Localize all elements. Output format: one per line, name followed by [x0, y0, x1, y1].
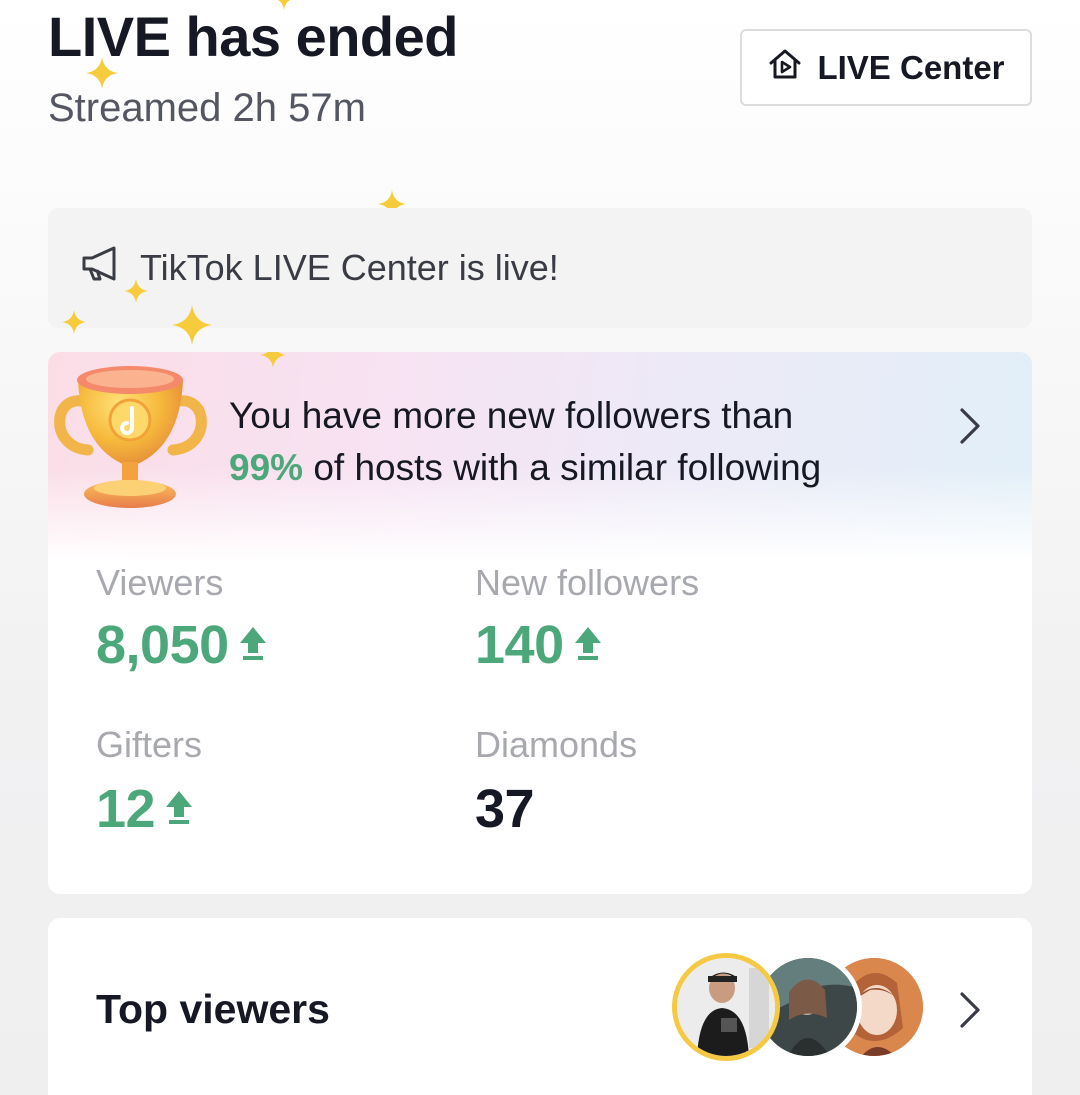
gifters-value: 12	[96, 778, 195, 840]
live-center-button-label: LIVE Center	[817, 48, 1005, 86]
stats-card: You have more new followers than 99% of …	[48, 352, 1032, 894]
trend-up-icon	[237, 614, 269, 676]
avatar	[672, 953, 780, 1061]
followers-comparison-banner[interactable]: You have more new followers than 99% of …	[48, 352, 1032, 562]
trend-up-icon	[572, 614, 604, 676]
percentile-highlight: 99%	[229, 447, 304, 488]
sparkle-icon	[260, 352, 286, 368]
announcement-text: TikTok LIVE Center is live!	[140, 247, 559, 288]
diamonds-label: Diamonds	[475, 724, 638, 765]
top-viewers-row[interactable]: Top viewers	[48, 918, 1032, 1095]
trophy-icon	[48, 352, 213, 522]
gifters-label: Gifters	[96, 724, 203, 765]
diamonds-value: 37	[475, 779, 535, 839]
chevron-right-icon	[958, 406, 982, 446]
followers-comparison-text: You have more new followers than 99% of …	[229, 395, 822, 488]
chevron-right-icon	[958, 990, 982, 1030]
new-followers-label: New followers	[475, 562, 700, 603]
trend-up-icon	[163, 778, 195, 840]
new-followers-value: 140	[475, 614, 604, 676]
sparkle-icon	[172, 305, 212, 345]
sparkle-icon	[124, 279, 148, 303]
sparkle-icon	[62, 310, 86, 334]
sparkle-icon	[86, 57, 118, 89]
live-center-house-icon	[767, 46, 803, 90]
live-center-button[interactable]: LIVE Center	[740, 29, 1032, 106]
stream-duration: Streamed 2h 57m	[48, 86, 366, 130]
top-viewers-label: Top viewers	[96, 986, 330, 1032]
megaphone-icon	[80, 243, 122, 294]
viewers-value: 8,050	[96, 614, 269, 676]
sparkle-icon	[272, 0, 296, 10]
viewers-label: Viewers	[96, 562, 224, 603]
